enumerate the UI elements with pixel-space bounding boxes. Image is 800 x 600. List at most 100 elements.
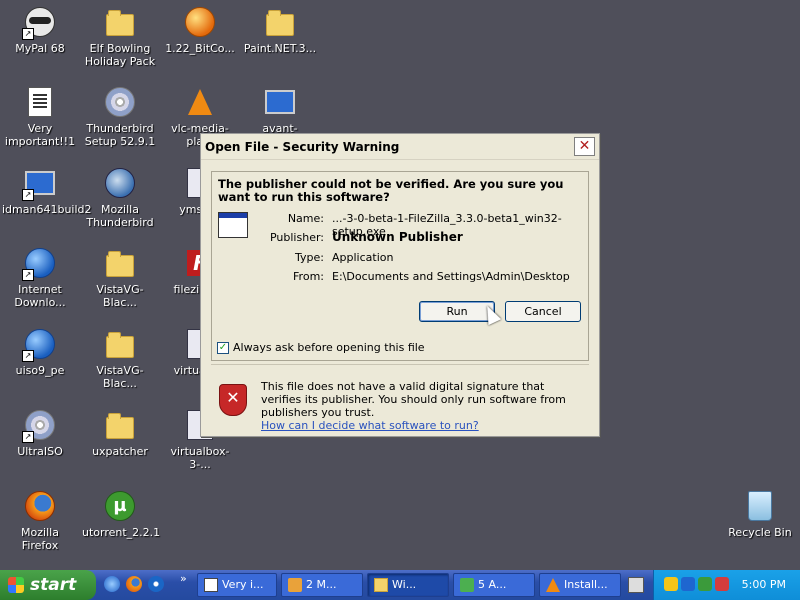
security-warning-dialog: Open File - Security Warning ✕ The publi…	[200, 133, 600, 437]
start-label: start	[30, 575, 77, 595]
desktop-icon-paintnet[interactable]: Paint.NET.3...	[240, 2, 320, 55]
quick-launch	[104, 576, 164, 592]
taskbar-button-very-important[interactable]: Very i...	[197, 573, 277, 597]
group-icon	[460, 578, 474, 592]
desktop-icon-mypal[interactable]: ↗ MyPal 68	[0, 2, 80, 55]
desktop-icon-label: uiso9_pe	[15, 364, 65, 377]
desktop-icon-thunderbird-setup[interactable]: Thunderbird Setup 52.9.1	[80, 82, 160, 148]
folder-icon	[104, 6, 136, 38]
close-icon: ✕	[578, 138, 591, 154]
desktop-icon-label: MyPal 68	[15, 42, 65, 55]
desktop-icon-elf-bowling[interactable]: Elf Bowling Holiday Pack	[80, 2, 160, 68]
document-icon	[24, 86, 56, 118]
type-value: Application	[332, 251, 394, 264]
desktop-icon-vistavg-1[interactable]: VistaVG-Blac...	[80, 243, 160, 309]
desktop-icon-label: Very important!!1	[4, 122, 76, 148]
desktop-icon-label: Internet Downlo...	[14, 283, 66, 309]
task-label: Very i...	[222, 578, 264, 591]
desktop-icon-label: VistaVG-Blac...	[96, 283, 144, 309]
divider	[211, 364, 589, 365]
tray-icons	[664, 577, 729, 591]
firefox-icon[interactable]	[126, 576, 142, 592]
taskbar-button-install[interactable]: Install...	[539, 573, 621, 597]
clock[interactable]: 5:00 PM	[742, 570, 786, 600]
network-icon[interactable]	[698, 577, 712, 591]
always-ask-checkbox[interactable]: ✓	[217, 341, 229, 354]
publisher-label: Publisher:	[269, 231, 324, 244]
document-icon	[204, 578, 218, 592]
security-alert-icon[interactable]	[715, 577, 729, 591]
desktop-icon-label: Recycle Bin	[728, 526, 792, 539]
desktop-icon-label: 1.22_BitCo...	[165, 42, 235, 55]
taskbar-button-windows-explorer[interactable]: Wi...	[367, 573, 449, 597]
desktop-icon-very-important[interactable]: Very important!!1	[0, 82, 80, 148]
security-shield-icon[interactable]	[664, 577, 678, 591]
recycle-bin-icon	[744, 490, 776, 522]
desktop-icon-uxpatcher[interactable]: uxpatcher	[80, 405, 160, 458]
desktop-icon-label: Elf Bowling Holiday Pack	[84, 42, 156, 68]
globe-icon: ↗	[22, 247, 56, 281]
taskbar-button-group[interactable]: 5 A...	[453, 573, 535, 597]
dialog-titlebar[interactable]: Open File - Security Warning ✕	[201, 134, 599, 160]
desktop-icon-bitcomet[interactable]: 1.22_BitCo...	[160, 2, 240, 55]
installer-icon	[264, 86, 296, 118]
internet-explorer-icon[interactable]	[104, 576, 120, 592]
media-player-icon[interactable]	[148, 576, 164, 592]
desktop-icon-label: utorrent_2.2.1	[82, 526, 161, 539]
close-button[interactable]: ✕	[574, 137, 595, 156]
windows-flag-icon	[8, 577, 24, 593]
dialog-heading: The publisher could not be verified. Are…	[218, 177, 564, 204]
always-ask-row[interactable]: ✓ Always ask before opening this file	[217, 341, 425, 354]
cd-icon: ↗	[22, 409, 56, 443]
name-label: Name:	[287, 212, 324, 225]
task-label: 5 A...	[478, 578, 507, 591]
from-label: From:	[293, 270, 324, 283]
type-label: Type:	[295, 251, 324, 264]
warning-text: This file does not have a valid digital …	[261, 380, 566, 419]
task-label: Wi...	[392, 578, 417, 591]
desktop-icon-label: VistaVG-Blac...	[96, 364, 144, 390]
system-tray: 5:00 PM	[653, 570, 800, 600]
taskbar-button-mozilla[interactable]: 2 M...	[281, 573, 363, 597]
help-link[interactable]: How can I decide what software to run?	[261, 419, 479, 432]
start-button[interactable]: start	[0, 570, 96, 600]
warning-message: This file does not have a valid digital …	[261, 380, 581, 432]
folder-icon	[374, 578, 388, 592]
vlc-cone-icon	[184, 86, 216, 118]
desktop-icon-idman[interactable]: ↗ idman641build2	[0, 163, 92, 216]
always-ask-label: Always ask before opening this file	[233, 341, 425, 354]
quick-launch-chevron[interactable]: »	[180, 572, 187, 585]
desktop-icon-label: Mozilla Thunderbird	[86, 203, 154, 229]
cd-icon	[104, 86, 136, 118]
desktop-icon-label: Thunderbird Setup 52.9.1	[84, 122, 156, 148]
desktop-icon-label: virtualbox-3-...	[170, 445, 230, 471]
zip-folder-icon	[264, 6, 296, 38]
desktop-icon-label: Paint.NET.3...	[243, 42, 317, 55]
globe-icon: ↗	[22, 328, 56, 362]
desktop-icon-vistavg-2[interactable]: VistaVG-Blac...	[80, 324, 160, 390]
thunderbird-icon	[104, 167, 136, 199]
desktop-icon-label: Mozilla Firefox	[21, 526, 59, 552]
desktop-icon-uiso[interactable]: ↗ uiso9_pe	[0, 324, 80, 377]
firefox-icon	[24, 490, 56, 522]
application-icon	[218, 212, 248, 238]
desktop-icon-ultraiso[interactable]: ↗ UltraISO	[0, 405, 80, 458]
desktop-icon-label: idman641build2	[2, 203, 92, 216]
keyboard-icon[interactable]	[628, 577, 644, 593]
desktop-icon-internet-download[interactable]: ↗ Internet Downlo...	[0, 243, 80, 309]
bitcomet-icon	[184, 6, 216, 38]
utorrent-icon: µ	[104, 490, 136, 522]
taskbar: start » Very i... 2 M... Wi... 5 A... In…	[0, 570, 800, 600]
desktop-icon-recycle-bin[interactable]: Recycle Bin	[720, 486, 800, 539]
desktop-icon-utorrent[interactable]: µ utorrent_2.2.1	[80, 486, 160, 539]
dialog-title: Open File - Security Warning	[205, 139, 400, 154]
folder-icon	[104, 328, 136, 360]
from-value: E:\Documents and Settings\Admin\Desktop	[332, 270, 570, 283]
desktop-icon-mozilla-thunderbird[interactable]: Mozilla Thunderbird	[80, 163, 160, 229]
desktop-icon-firefox[interactable]: Mozilla Firefox	[0, 486, 80, 552]
task-label: Install...	[564, 578, 608, 591]
publisher-value: Unknown Publisher	[332, 230, 463, 244]
shield-icon[interactable]	[681, 577, 695, 591]
desktop-icon-label: uxpatcher	[92, 445, 148, 458]
cancel-button[interactable]: Cancel	[505, 301, 581, 322]
